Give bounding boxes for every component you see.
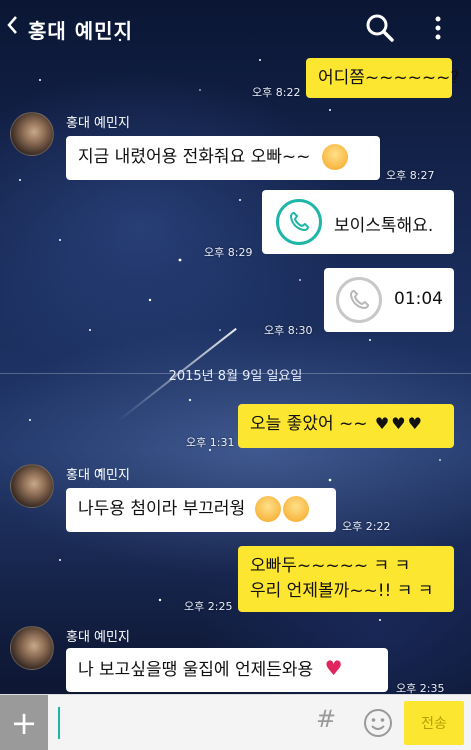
sender-name: 홍대 예민지 <box>66 630 130 645</box>
sender-name: 홍대 예민지 <box>66 116 130 131</box>
message-time: 오후 8:29 <box>204 246 253 259</box>
shy-face-emoji-icon <box>254 496 281 522</box>
heart-icon: ♥ <box>407 414 422 433</box>
received-message-bubble[interactable]: 나 보고싶을땡 울집에 언제든와용 ♥ <box>66 648 388 692</box>
message-text: 지금 내렸어용 전화줘요 오빠~~ <box>78 147 311 167</box>
message-time: 오후 8:27 <box>386 169 435 182</box>
message-time: 오후 8:22 <box>252 86 301 99</box>
message-text-line: 우리 언제볼까~~!! ㅋ ㅋ <box>250 581 434 601</box>
shy-face-emoji-icon <box>282 496 309 522</box>
heart-icon: ♥ <box>391 414 406 433</box>
emoji-icon[interactable] <box>362 707 394 739</box>
heart-icon: ♥ <box>374 414 390 433</box>
more-vertical-icon[interactable] <box>428 12 448 44</box>
message-text: 어디쯤~~~~~~? <box>318 68 460 88</box>
chat-header: 홍대 예민지 <box>0 0 471 56</box>
sender-name: 홍대 예민지 <box>66 468 130 483</box>
chevron-left-icon[interactable] <box>6 14 24 41</box>
search-icon[interactable] <box>364 12 396 44</box>
call-duration-bubble[interactable]: 01:04 <box>324 268 454 332</box>
message-text-line: 오빠두~~~~~ ㅋ ㅋ <box>250 556 411 576</box>
message-text: 나 보고싶을땡 울집에 언제든와용 <box>78 660 314 680</box>
send-button[interactable]: 전송 <box>404 701 464 745</box>
phone-icon <box>336 277 382 323</box>
message-input[interactable] <box>56 703 296 743</box>
voice-call-label: 보이스톡해요. <box>334 216 434 236</box>
avatar[interactable] <box>10 464 54 508</box>
avatar[interactable] <box>10 112 54 156</box>
message-time: 오후 2:22 <box>342 520 391 533</box>
message-text: 오늘 좋았어 ~~ <box>250 414 368 434</box>
received-message-bubble[interactable]: 지금 내렸어용 전화줘요 오빠~~ <box>66 136 380 180</box>
phone-icon <box>276 199 322 245</box>
hashtag-button[interactable]: # <box>316 705 336 733</box>
received-message-bubble[interactable]: 나두용 첨이라 부끄러웡 <box>66 488 336 532</box>
message-input-bar: + # 전송 <box>0 694 471 750</box>
message-time: 오후 1:31 <box>186 436 235 449</box>
heart-icon: ♥ <box>324 656 343 680</box>
message-text: 나두용 첨이라 부끄러웡 <box>78 499 246 519</box>
chat-title[interactable]: 홍대 예민지 <box>28 15 133 44</box>
attach-plus-button[interactable]: + <box>0 695 48 750</box>
date-divider: 2015년 8월 9일 일요일 <box>0 364 471 384</box>
call-duration: 01:04 <box>394 289 443 309</box>
sent-message-bubble[interactable]: 어디쯤~~~~~~? <box>306 58 459 98</box>
voice-call-bubble[interactable]: 보이스톡해요. <box>262 190 454 254</box>
party-face-emoji-icon <box>321 144 348 170</box>
sent-message-bubble[interactable]: 오늘 좋았어 ~~ ♥ ♥ ♥ <box>238 404 454 448</box>
message-time: 오후 2:25 <box>184 600 233 613</box>
message-time: 오후 8:30 <box>264 324 313 337</box>
date-divider-text: 2015년 8월 9일 일요일 <box>168 368 303 384</box>
sent-message-bubble[interactable]: 오빠두~~~~~ ㅋ ㅋ 우리 언제볼까~~!! ㅋ ㅋ <box>238 546 454 612</box>
avatar[interactable] <box>10 626 54 670</box>
